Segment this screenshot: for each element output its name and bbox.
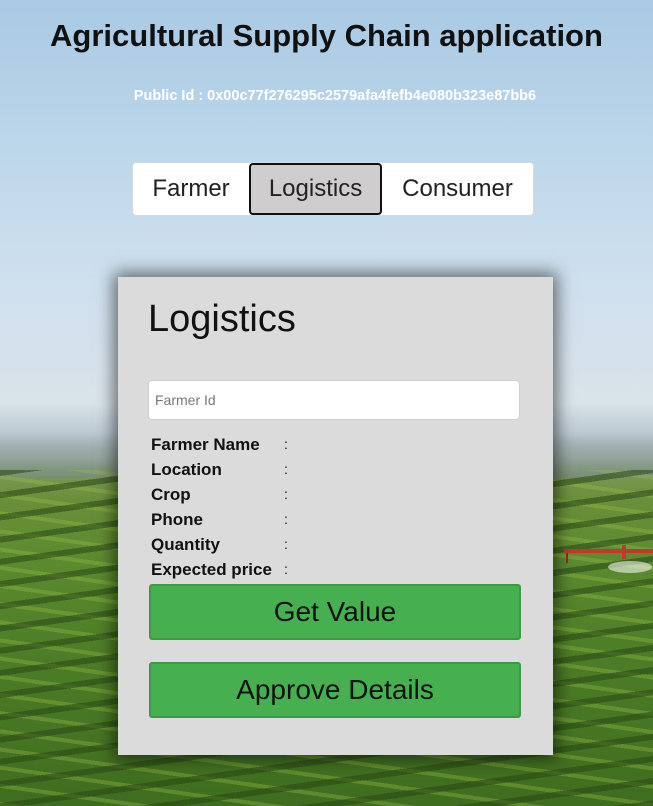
- detail-separator: :: [284, 561, 288, 577]
- farmer-id-input[interactable]: [148, 380, 520, 420]
- page-title: Agricultural Supply Chain application: [50, 18, 603, 53]
- page: Agricultural Supply Chain application Pu…: [0, 0, 653, 806]
- detail-label: Crop: [151, 485, 191, 504]
- detail-label: Phone: [151, 510, 203, 529]
- detail-row-expected-price: Expected price :: [151, 557, 294, 582]
- role-tabs: Farmer Logistics Consumer: [132, 162, 534, 216]
- detail-row-location: Location :: [151, 457, 294, 482]
- detail-label: Location: [151, 460, 222, 479]
- detail-row-phone: Phone :: [151, 507, 294, 532]
- tab-logistics[interactable]: Logistics: [249, 163, 382, 215]
- sprayer-decoration: [564, 545, 653, 573]
- detail-separator: :: [284, 486, 288, 502]
- public-id-text: Public Id : 0x00c77f276295c2579afa4fefb4…: [133, 88, 537, 104]
- logistics-card: Logistics Farmer Name : Location : Crop …: [118, 277, 553, 755]
- detail-row-quantity: Quantity :: [151, 532, 294, 557]
- detail-separator: :: [284, 461, 288, 477]
- detail-row-farmer-name: Farmer Name :: [151, 432, 294, 457]
- detail-separator: :: [284, 436, 288, 452]
- approve-details-button[interactable]: Approve Details: [149, 662, 521, 718]
- card-title: Logistics: [148, 298, 296, 340]
- detail-separator: :: [284, 536, 288, 552]
- detail-label: Expected price: [151, 560, 272, 579]
- detail-label: Farmer Name: [151, 435, 260, 454]
- get-value-button[interactable]: Get Value: [149, 584, 521, 640]
- tab-farmer[interactable]: Farmer: [133, 163, 249, 215]
- detail-separator: :: [284, 511, 288, 527]
- tab-consumer[interactable]: Consumer: [382, 163, 533, 215]
- detail-row-crop: Crop :: [151, 482, 294, 507]
- farmer-details-list: Farmer Name : Location : Crop : Phone : …: [151, 432, 294, 582]
- detail-label: Quantity: [151, 535, 220, 554]
